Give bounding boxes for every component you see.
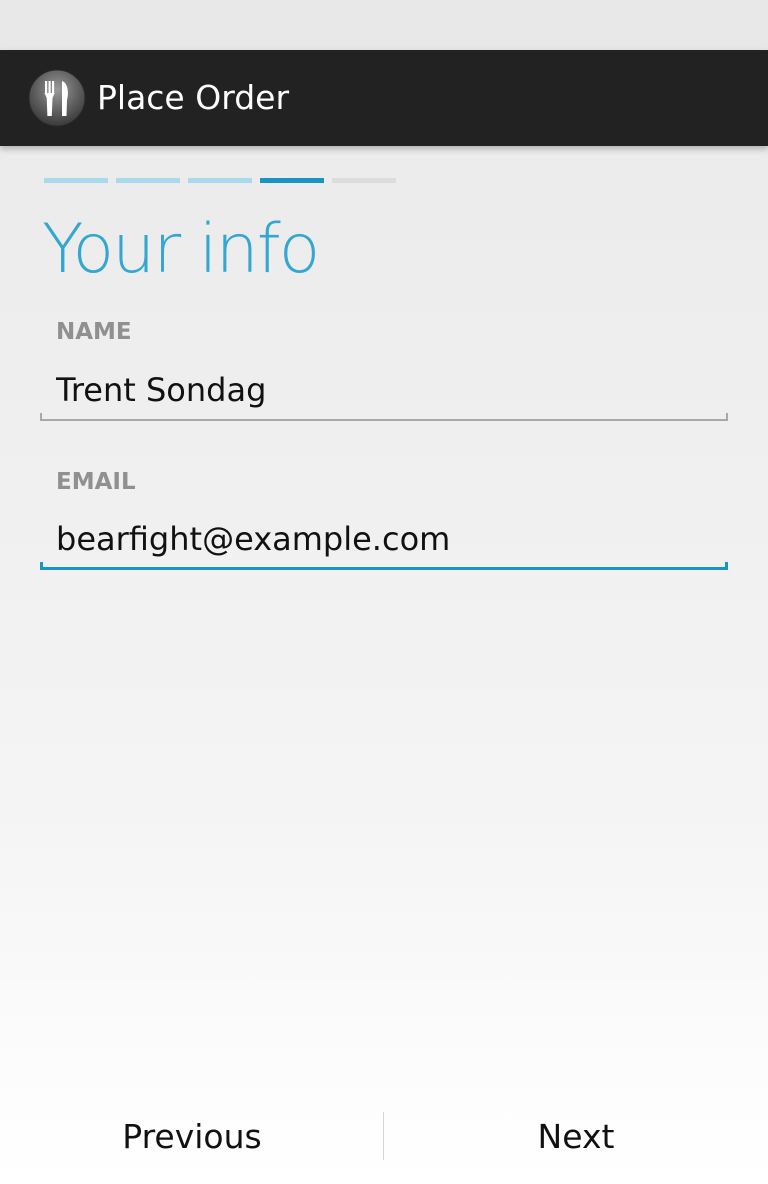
step-segment-5	[332, 178, 396, 183]
step-segment-4	[260, 178, 324, 183]
step-segment-1	[44, 178, 108, 183]
email-field-underline	[40, 562, 728, 570]
next-button[interactable]: Next	[384, 1090, 768, 1184]
bottom-navigation-bar: Previous Next	[0, 1090, 768, 1184]
action-bar: Place Order	[0, 50, 768, 146]
status-bar	[0, 0, 768, 50]
name-label: NAME	[56, 319, 132, 345]
app-title: Place Order	[97, 78, 290, 117]
previous-button[interactable]: Previous	[0, 1090, 384, 1184]
name-field-underline	[40, 413, 728, 421]
page-title: Your info	[42, 210, 320, 289]
fork-knife-icon[interactable]	[28, 69, 86, 127]
step-indicator	[44, 178, 404, 184]
step-segment-2	[116, 178, 180, 183]
step-segment-3	[188, 178, 252, 183]
name-field[interactable]	[40, 362, 728, 418]
email-field[interactable]	[40, 511, 728, 567]
email-label: EMAIL	[56, 469, 136, 495]
